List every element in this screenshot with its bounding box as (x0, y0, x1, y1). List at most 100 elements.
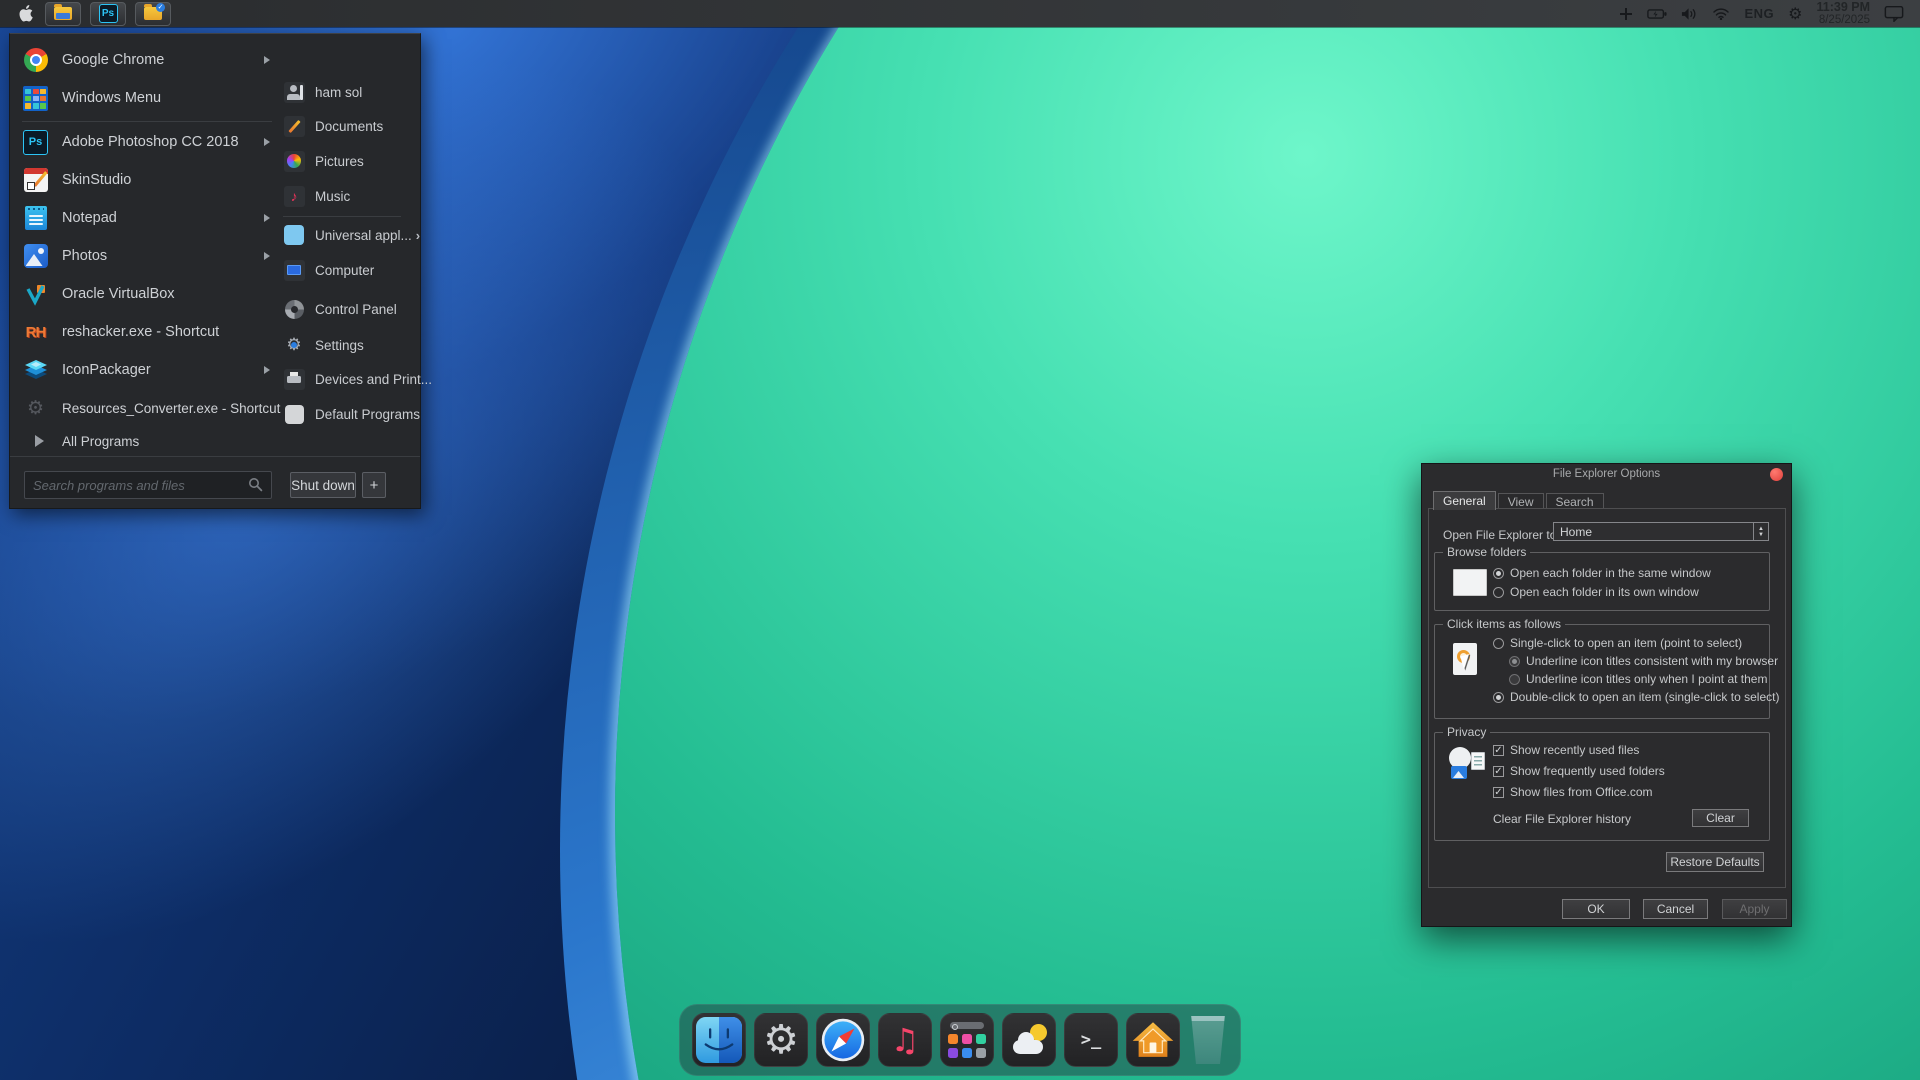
photoshop-icon: Ps (22, 129, 49, 156)
pictures-icon (283, 150, 305, 172)
radio-icon (1509, 674, 1520, 685)
computer-icon (283, 259, 305, 281)
taskbar-app-photoshop[interactable]: Ps (90, 2, 126, 26)
submenu-arrow-icon (264, 252, 270, 260)
restore-defaults-button[interactable]: Restore Defaults (1666, 852, 1764, 872)
clear-button[interactable]: Clear (1692, 809, 1749, 827)
radio-icon (1493, 587, 1504, 598)
menu-item-universal-apps[interactable]: Universal appl... › (283, 221, 415, 249)
chrome-icon (22, 47, 49, 74)
battery-icon[interactable] (1647, 8, 1667, 20)
menu-item-default-programs[interactable]: Default Programs (283, 400, 415, 428)
radio-icon (1493, 638, 1504, 649)
privacy-history-image (1449, 747, 1485, 779)
taskbar-app-file-explorer[interactable] (45, 2, 81, 26)
radio-single-click[interactable]: Single-click to open an item (point to s… (1493, 636, 1742, 650)
dock-item-music[interactable]: ♫ (878, 1013, 932, 1067)
radio-same-window[interactable]: Open each folder in the same window (1493, 566, 1711, 580)
submenu-arrow-icon (264, 214, 270, 222)
checkbox-office-files[interactable]: ✓ Show files from Office.com (1493, 785, 1653, 799)
open-to-value: Home (1554, 525, 1753, 539)
shutdown-options-button[interactable]: + (362, 472, 386, 498)
menu-item-computer[interactable]: Computer (283, 256, 415, 284)
open-to-dropdown[interactable]: Home ▲▼ (1553, 522, 1769, 541)
music-icon: ♪ (283, 185, 305, 207)
menu-item-devices-printers[interactable]: Devices and Print... (283, 365, 415, 393)
dock-item-trash[interactable] (1188, 1016, 1228, 1064)
radio-icon (1493, 692, 1504, 703)
menu-item-pictures[interactable]: Pictures (283, 147, 415, 175)
volume-icon[interactable] (1681, 7, 1698, 21)
dock-item-weather[interactable] (1002, 1013, 1056, 1067)
checkbox-icon: ✓ (1493, 745, 1504, 756)
apply-button[interactable]: Apply (1722, 899, 1787, 919)
menu-item-settings[interactable]: ⚙ Settings (283, 331, 415, 359)
gear-dark-icon: ⚙ (22, 395, 49, 422)
menu-item-skinstudio[interactable]: SkinStudio (22, 161, 272, 199)
clock[interactable]: 11:39 PM 8/25/2025 (1816, 1, 1870, 26)
radio-own-window[interactable]: Open each folder in its own window (1493, 585, 1699, 599)
radio-underline-consistent[interactable]: Underline icon titles consistent with my… (1509, 654, 1778, 668)
search-icon (248, 477, 263, 497)
dock-item-finder[interactable] (692, 1013, 746, 1067)
close-button[interactable] (1770, 468, 1783, 481)
music-note-icon: ♫ (891, 1021, 920, 1059)
submenu-arrow-icon (264, 138, 270, 146)
menu-item-reshacker[interactable]: RH reshacker.exe - Shortcut (22, 313, 272, 351)
menu-item-user[interactable]: ham sol (283, 78, 415, 106)
clock-time: 11:39 PM (1816, 1, 1870, 14)
clock-date: 8/25/2025 (1816, 14, 1870, 26)
language-indicator[interactable]: ENG (1744, 6, 1774, 21)
photoshop-icon: Ps (99, 4, 118, 23)
ok-button[interactable]: OK (1562, 899, 1630, 919)
top-menubar: Ps ✓ ENG ⚙ 11:39 PM 8/25/2025 (0, 0, 1920, 27)
taskbar-app-tasks-folder[interactable]: ✓ (135, 2, 171, 26)
checkbox-recent-files[interactable]: ✓ Show recently used files (1493, 743, 1639, 757)
iconpackager-icon (22, 357, 49, 384)
user-icon (283, 81, 305, 103)
menu-item-all-programs[interactable]: All Programs (22, 422, 272, 460)
menu-item-control-panel[interactable]: Control Panel (283, 295, 415, 323)
tab-general[interactable]: General (1433, 491, 1496, 510)
app-library-icon (948, 1022, 986, 1058)
search-input[interactable] (24, 471, 272, 499)
checkbox-icon: ✓ (1493, 787, 1504, 798)
radio-icon (1493, 568, 1504, 579)
menu-item-virtualbox[interactable]: Oracle VirtualBox (22, 275, 272, 313)
privacy-group: Privacy ✓ Show recently used files ✓ Sho… (1434, 732, 1770, 841)
checkbox-icon: ✓ (1493, 766, 1504, 777)
checkbox-frequent-folders[interactable]: ✓ Show frequently used folders (1493, 764, 1665, 778)
menu-item-windows-menu[interactable]: Windows Menu (22, 79, 272, 117)
dock-item-safari[interactable] (816, 1013, 870, 1067)
printer-icon (283, 368, 305, 390)
radio-double-click[interactable]: Double-click to open an item (single-cli… (1493, 690, 1779, 704)
cancel-button[interactable]: Cancel (1643, 899, 1708, 919)
notifications-icon[interactable] (1884, 5, 1904, 22)
submenu-chevron-icon: › (416, 228, 420, 243)
menu-item-photoshop[interactable]: Ps Adobe Photoshop CC 2018 (22, 123, 272, 161)
menu-item-music[interactable]: ♪ Music (283, 182, 415, 210)
menu-item-documents[interactable]: Documents (283, 112, 415, 140)
settings-gear-icon: ⚙ (763, 1020, 799, 1060)
dropdown-spinner-icon[interactable]: ▲▼ (1753, 523, 1768, 540)
dock-item-home[interactable] (1126, 1013, 1180, 1067)
settings-gear-icon: ⚙ (283, 334, 305, 356)
reshacker-icon: RH (22, 319, 49, 346)
menu-item-notepad[interactable]: Notepad (22, 199, 272, 237)
wifi-icon[interactable] (1712, 7, 1730, 20)
submenu-arrow-icon (264, 56, 270, 64)
terminal-prompt-icon: >_ (1081, 1030, 1101, 1050)
dock-item-launchpad[interactable] (940, 1013, 994, 1067)
click-document-cursor-image (1453, 643, 1477, 675)
menu-item-google-chrome[interactable]: Google Chrome (22, 41, 272, 79)
plus-icon[interactable] (1619, 7, 1633, 21)
menu-item-iconpackager[interactable]: IconPackager (22, 351, 272, 389)
radio-underline-point[interactable]: Underline icon titles only when I point … (1509, 672, 1767, 686)
menu-item-photos[interactable]: Photos (22, 237, 272, 275)
folder-window-image (1453, 569, 1487, 596)
apple-menu-icon[interactable] (14, 3, 36, 25)
shutdown-button[interactable]: Shut down (290, 472, 356, 498)
gear-icon[interactable]: ⚙ (1788, 4, 1802, 23)
dock-item-terminal[interactable]: >_ (1064, 1013, 1118, 1067)
dock-item-system-settings[interactable]: ⚙ (754, 1013, 808, 1067)
